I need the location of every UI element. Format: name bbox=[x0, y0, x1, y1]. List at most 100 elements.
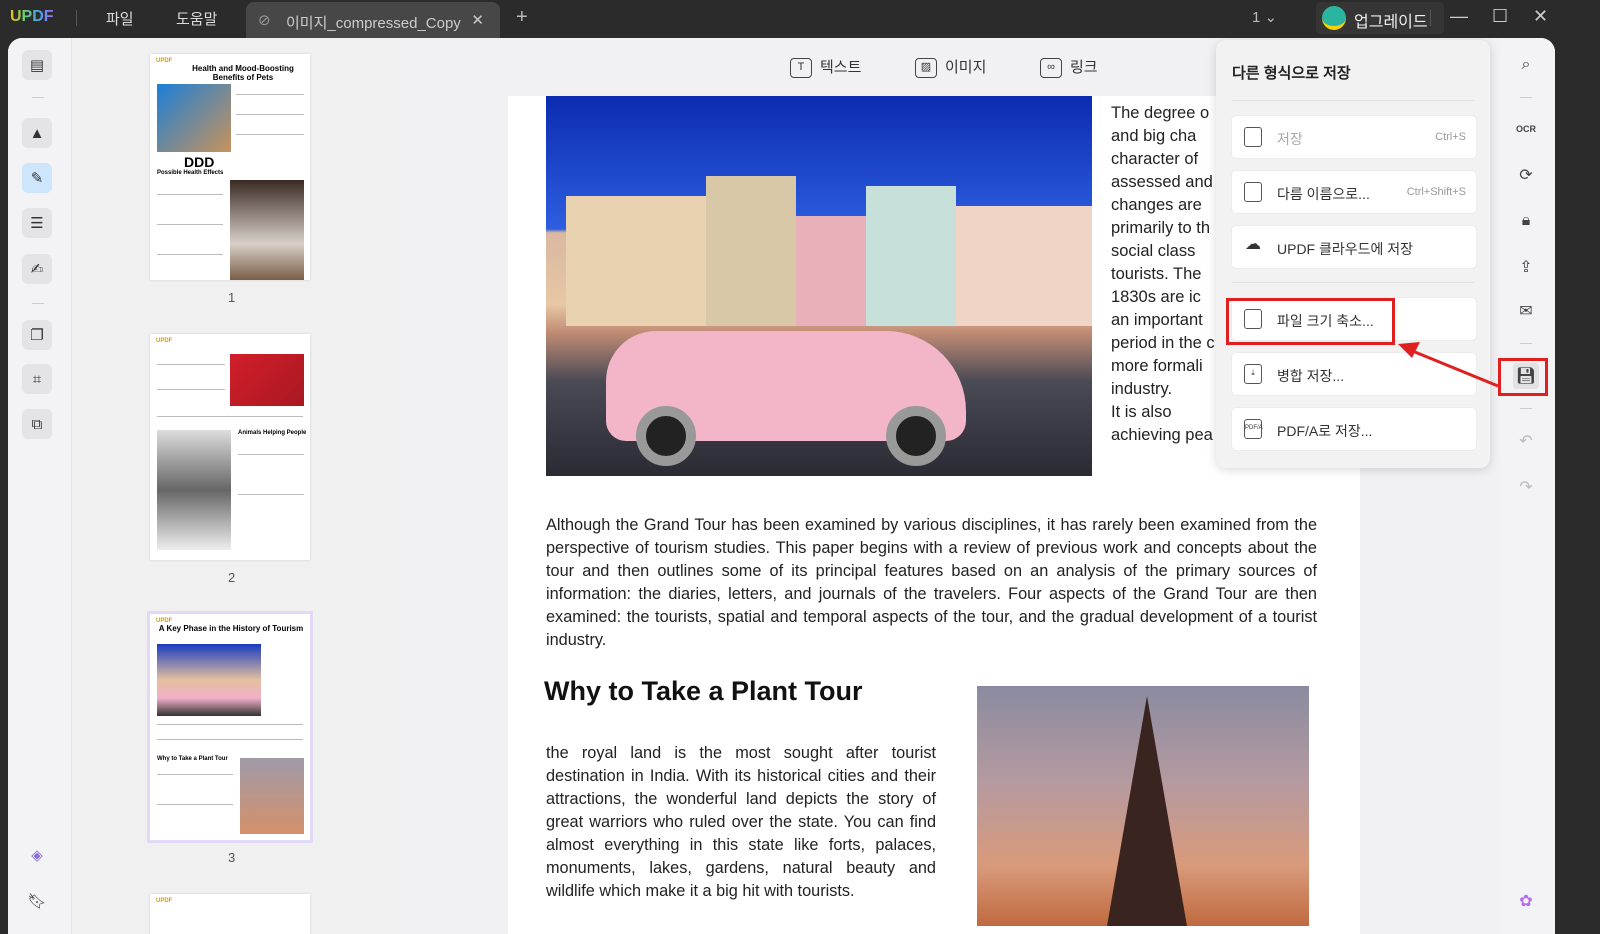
text-line: assessed and bbox=[1111, 173, 1213, 191]
convert-icon[interactable]: ⟳ bbox=[1513, 162, 1539, 188]
highlight-box-save-icon bbox=[1498, 358, 1548, 396]
updf-logo: UPDF bbox=[10, 8, 54, 25]
eiffel-image bbox=[240, 758, 304, 834]
page-number-label: 1 bbox=[228, 290, 236, 305]
building bbox=[706, 176, 796, 326]
edit-off-icon: ⊘ bbox=[258, 12, 271, 29]
share-icon[interactable]: ⇪ bbox=[1513, 254, 1539, 280]
page-number: 1 bbox=[1252, 9, 1261, 26]
text-line: and big cha bbox=[1111, 127, 1197, 145]
building bbox=[796, 216, 866, 326]
image-icon: ▨ bbox=[915, 58, 937, 79]
app-window: ▤ ▲ ✎ ☰ ✍ ❐ ⌗ ⧉ ◈ 🔖︎ UPDF Health and Moo… bbox=[8, 38, 1555, 934]
eiffel-tower-image[interactable] bbox=[977, 686, 1309, 926]
fill-sign-icon[interactable]: ✍ bbox=[22, 254, 52, 284]
thumbnail-page-2[interactable]: UPDF Animals Helping People bbox=[150, 334, 310, 560]
add-image-button[interactable]: ▨ 이미지 bbox=[915, 56, 987, 79]
divider bbox=[1232, 282, 1474, 283]
thumbnail-page-3[interactable]: UPDF A Key Phase in the History of Touri… bbox=[147, 611, 313, 843]
search-icon[interactable]: ⌕ bbox=[1513, 52, 1539, 78]
thumb-subheading: Animals Helping People bbox=[238, 430, 307, 436]
thumb-subheading: Why to Take a Plant Tour bbox=[157, 756, 228, 762]
form-icon[interactable]: ☰ bbox=[22, 208, 52, 238]
layers-icon[interactable]: ◈ bbox=[22, 840, 52, 870]
building bbox=[956, 206, 1092, 326]
close-window-button[interactable]: ✕ bbox=[1533, 6, 1548, 27]
thumb-logo: UPDF bbox=[156, 338, 173, 344]
flatten-save-item[interactable]: ⤓ 병합 저장... bbox=[1232, 353, 1476, 395]
havana-image bbox=[157, 644, 261, 716]
document-tab[interactable]: ⊘ 이미지_compressed_Copy ✕ bbox=[246, 2, 500, 38]
thumbnail-panel: UPDF Health and Mood-Boosting Benefits o… bbox=[72, 38, 400, 934]
maximize-button[interactable]: ☐ bbox=[1492, 6, 1508, 27]
text-line: more formali bbox=[1111, 357, 1203, 375]
new-tab-button[interactable]: + bbox=[516, 6, 528, 29]
divider bbox=[1520, 97, 1532, 98]
divider bbox=[1520, 343, 1532, 344]
chevron-down-icon: ⌄ bbox=[1264, 9, 1278, 26]
thumb-title: Health and Mood-Boosting Benefits of Pet… bbox=[192, 64, 294, 82]
right-toolbar: ⌕ OCR ⟳ 🔒︎ ⇪ ✉ 💾︎ ↶ ↷ ✿ bbox=[1500, 38, 1555, 934]
body-paragraph[interactable]: Although the Grand Tour has been examine… bbox=[546, 514, 1317, 652]
divider bbox=[1232, 100, 1474, 101]
text-line bbox=[157, 724, 303, 725]
thumb-logo: UPDF bbox=[156, 898, 173, 904]
menu-file[interactable]: 파일 bbox=[106, 8, 134, 29]
tower bbox=[1107, 696, 1187, 926]
thumbnail-page-1[interactable]: UPDF Health and Mood-Boosting Benefits o… bbox=[150, 54, 310, 280]
image-label: 이미지 bbox=[945, 59, 987, 76]
reader-icon[interactable]: ▤ bbox=[22, 50, 52, 80]
add-text-button[interactable]: T 텍스트 bbox=[790, 56, 861, 79]
close-tab-icon[interactable]: ✕ bbox=[471, 11, 484, 29]
add-link-button[interactable]: ∞ 링크 bbox=[1040, 56, 1098, 79]
item-label: 저장 bbox=[1277, 131, 1303, 147]
organize-pages-icon[interactable]: ❐ bbox=[22, 320, 52, 350]
overlay-text: DDD bbox=[184, 154, 215, 170]
item-label: UPDF 클라우드에 저장 bbox=[1277, 241, 1414, 257]
save-as-menu: 다른 형식으로 저장 저장 Ctrl+S 다름 이름으로... Ctrl+Shift… bbox=[1216, 40, 1490, 468]
page-selector[interactable]: 1 ⌄ bbox=[1252, 8, 1277, 26]
text-line bbox=[157, 254, 223, 255]
divider bbox=[1520, 408, 1532, 409]
cat-image bbox=[157, 430, 231, 550]
dog-image bbox=[230, 180, 304, 280]
wheel bbox=[886, 406, 946, 466]
section-heading[interactable]: Why to Take a Plant Tour bbox=[544, 676, 863, 707]
highlighter-icon[interactable]: ▲ bbox=[22, 118, 52, 148]
save-pdfa-item[interactable]: PDF/A PDF/A로 저장... bbox=[1232, 408, 1476, 450]
protect-icon[interactable]: 🔒︎ bbox=[1513, 208, 1539, 234]
cat-image bbox=[157, 84, 231, 152]
text-line: character of bbox=[1111, 150, 1199, 168]
text-line bbox=[236, 134, 304, 135]
left-column-text[interactable]: the royal land is the most sought after … bbox=[546, 742, 936, 903]
ocr-icon[interactable]: OCR bbox=[1513, 116, 1539, 142]
divider bbox=[32, 303, 44, 304]
watermark-icon[interactable]: ⧉ bbox=[22, 409, 52, 439]
crop-icon[interactable]: ⌗ bbox=[22, 364, 52, 394]
page-number-label: 2 bbox=[228, 570, 236, 585]
text-line bbox=[157, 416, 303, 417]
link-label: 링크 bbox=[1070, 59, 1098, 76]
left-toolbar: ▤ ▲ ✎ ☰ ✍ ❐ ⌗ ⧉ ◈ 🔖︎ bbox=[8, 38, 72, 934]
ai-assistant-icon[interactable]: ✿ bbox=[1513, 888, 1539, 914]
right-column-text[interactable]: The degree o and big cha character of asses… bbox=[1111, 102, 1221, 447]
save-as-item[interactable]: 다름 이름으로... Ctrl+Shift+S bbox=[1232, 171, 1476, 213]
minimize-button[interactable]: — bbox=[1450, 6, 1468, 27]
bookmark-icon[interactable]: 🔖︎ bbox=[22, 886, 52, 916]
text-line bbox=[157, 364, 225, 365]
save-icon bbox=[1244, 127, 1262, 147]
upgrade-button[interactable]: 업그레이드 bbox=[1316, 2, 1444, 34]
menu-help[interactable]: 도움말 bbox=[176, 8, 217, 29]
edit-pdf-icon[interactable]: ✎ bbox=[22, 163, 52, 193]
save-item[interactable]: 저장 Ctrl+S bbox=[1232, 116, 1476, 158]
save-to-cloud-item[interactable]: ☁ UPDF 클라우드에 저장 bbox=[1232, 226, 1476, 268]
thumb-subheading: Possible Health Effects bbox=[157, 170, 224, 176]
item-label: 병합 저장... bbox=[1277, 368, 1345, 384]
thumbnail-page-4[interactable]: UPDF bbox=[150, 894, 310, 934]
redo-icon[interactable]: ↷ bbox=[1513, 474, 1539, 500]
havana-car-image[interactable] bbox=[546, 96, 1092, 476]
text-line: It is also bbox=[1111, 403, 1172, 421]
email-icon[interactable]: ✉ bbox=[1513, 298, 1539, 324]
undo-icon[interactable]: ↶ bbox=[1513, 428, 1539, 454]
text-line bbox=[238, 494, 304, 495]
